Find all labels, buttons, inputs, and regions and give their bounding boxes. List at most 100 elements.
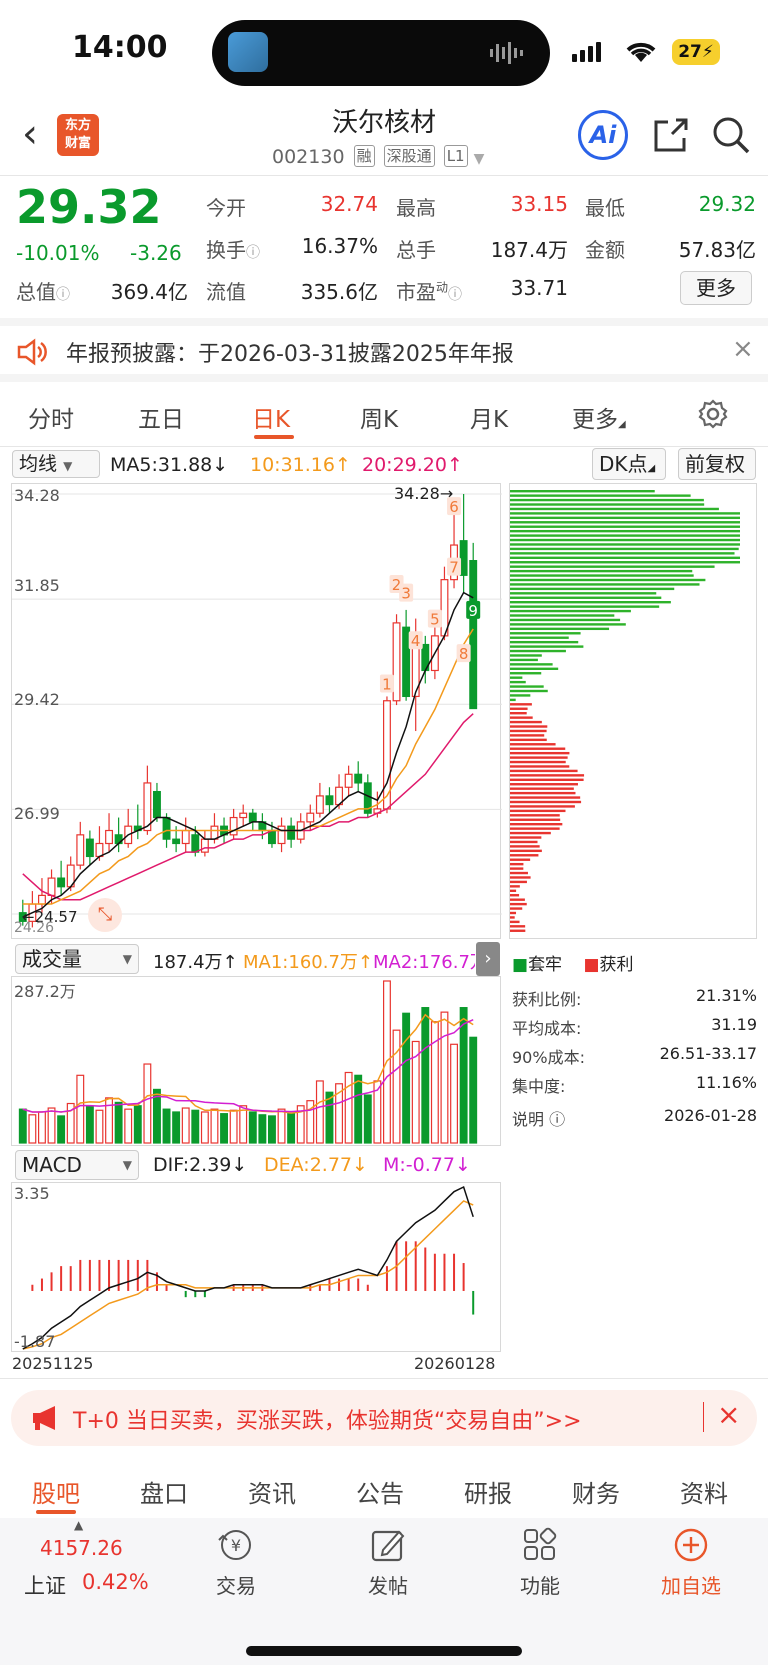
- volume-bar: [363, 1094, 372, 1144]
- chip-bar: [510, 836, 542, 839]
- indicator-selector-macd[interactable]: MACD ▼: [15, 1150, 139, 1180]
- index-name[interactable]: 上证: [24, 1570, 66, 1600]
- volume-chart: [18, 980, 478, 1144]
- stock-code-row[interactable]: 002130 融 深股通 L1 ▼: [272, 145, 484, 168]
- promo-divider: [703, 1402, 704, 1432]
- more-quote-button[interactable]: 更多: [680, 271, 752, 305]
- high-annotation: 34.28→: [394, 484, 454, 503]
- close-icon[interactable]: ×: [717, 1398, 740, 1431]
- volume-value: 187.4万: [490, 238, 568, 262]
- notice-bar[interactable]: 年报预披露：于2026-03-31披露2025年年报 ×: [0, 318, 768, 382]
- chip-bar: [510, 716, 533, 719]
- volume-bar: [229, 1109, 238, 1144]
- volume-bar: [268, 1115, 276, 1144]
- volume-bar: [28, 1114, 37, 1144]
- candle-body: [325, 795, 334, 806]
- chip-bar: [510, 676, 523, 679]
- chip-note-row[interactable]: 说明 ⓘ 2026-01-28: [512, 1106, 757, 1135]
- volume-bar: [220, 1113, 228, 1144]
- dropdown-icon: ▼: [122, 1158, 132, 1172]
- tab-more[interactable]: 更多◢: [572, 400, 626, 434]
- bottom-toolbar: ▲ 4157.26 上证 0.42% ¥ 交易 发帖 功能 加自选: [0, 1518, 768, 1665]
- tab-announcements[interactable]: 公告: [356, 1474, 404, 1509]
- volume-bar: [248, 1111, 257, 1144]
- chevron-right-icon[interactable]: ›: [476, 942, 500, 976]
- candle-body: [105, 829, 113, 845]
- chip-bar: [510, 818, 561, 821]
- chip-bar: [510, 632, 581, 635]
- tab-monthly-k[interactable]: 月K: [470, 400, 508, 434]
- chip-note-label: 说明: [512, 1110, 545, 1129]
- share-icon[interactable]: [650, 114, 692, 160]
- ma20-line: [22, 713, 474, 901]
- tab-profile[interactable]: 资料: [680, 1474, 728, 1509]
- float-value: 335.6亿: [300, 280, 378, 304]
- dk-marker: 3: [401, 585, 411, 603]
- tab-orderbook[interactable]: 盘口: [140, 1474, 188, 1509]
- chip-bar: [510, 871, 528, 875]
- chip-distribution-frame: [509, 483, 757, 939]
- dk-marker: 7: [449, 559, 459, 577]
- info-icon[interactable]: ⓘ: [246, 245, 260, 261]
- chip-bar: [510, 645, 584, 648]
- chip-bar: [510, 747, 566, 750]
- adjust-button[interactable]: 前复权: [678, 448, 756, 480]
- chip-bar: [510, 583, 700, 586]
- candle-body: [162, 816, 171, 840]
- float-label: 流值: [206, 280, 246, 304]
- chip-bar: [510, 689, 548, 693]
- kline-chart[interactable]: 12 3456789: [12, 484, 502, 940]
- legend-swatch-green: ■: [512, 955, 529, 975]
- tab-five-day[interactable]: 五日: [138, 400, 184, 434]
- chip-bar: [510, 503, 705, 506]
- post-label: 发帖: [368, 1574, 408, 1598]
- chip-bar: [510, 867, 524, 870]
- kline-chart-frame[interactable]: 123456789: [11, 483, 502, 940]
- dk-point-button[interactable]: DK点◢: [592, 448, 666, 480]
- close-icon[interactable]: ×: [732, 334, 754, 364]
- tab-research[interactable]: 研报: [464, 1474, 512, 1509]
- macd-dea-label: DEA:2.77↓: [264, 1154, 368, 1176]
- info-icon[interactable]: ⓘ: [448, 287, 462, 303]
- chip-bar: [510, 587, 675, 591]
- chip-bar: [510, 552, 735, 555]
- chip-note[interactable]: 说明 ⓘ: [512, 1106, 565, 1135]
- candle-body: [210, 825, 219, 840]
- indicator-selector-volume[interactable]: 成交量 ▼: [15, 944, 139, 974]
- candle-body: [95, 842, 104, 858]
- info-icon[interactable]: ⓘ: [56, 287, 70, 303]
- gear-icon[interactable]: [697, 398, 729, 434]
- chip-bar: [510, 880, 527, 884]
- promo-banner[interactable]: T+0 当日买卖，买涨买跌，体验期货“交易自由”>> ×: [11, 1390, 757, 1446]
- chip-bar: [510, 543, 740, 546]
- chip-stat-row: 获利比例: 21.31%: [512, 986, 757, 1015]
- chip-bar: [510, 849, 542, 853]
- chip-bar: [510, 525, 740, 528]
- volume-bar: [76, 1074, 85, 1144]
- chip-bar: [510, 756, 568, 759]
- tab-forum[interactable]: 股吧: [32, 1474, 80, 1509]
- volume-bar: [95, 1109, 104, 1144]
- tab-weekly-k[interactable]: 周K: [360, 400, 398, 434]
- volume-bar: [162, 1108, 171, 1144]
- chip-stat-row: 平均成本: 31.19: [512, 1015, 757, 1044]
- tab-intraday[interactable]: 分时: [28, 400, 74, 434]
- ai-button[interactable]: Ai: [578, 110, 628, 160]
- chip-bar: [510, 521, 740, 524]
- ma20-label: 20:29.20↑: [362, 454, 463, 476]
- tab-financials[interactable]: 财务: [572, 1474, 620, 1509]
- index-value[interactable]: 4157.26: [40, 1536, 123, 1560]
- corner-caret-icon: ◢: [618, 419, 626, 430]
- index-change[interactable]: 0.42%: [82, 1570, 149, 1594]
- kline-axis-label: 31.85: [14, 576, 60, 595]
- expand-icon[interactable]: ⤡: [88, 898, 122, 932]
- chip-bar: [510, 694, 531, 697]
- tab-daily-k[interactable]: 日K: [252, 400, 290, 434]
- search-icon[interactable]: [710, 114, 752, 160]
- kline-axis-label: 26.99: [14, 804, 60, 823]
- trade-label: 交易: [216, 1574, 256, 1598]
- volume-ma1-text: MA1:160.7万: [243, 952, 358, 973]
- tab-news[interactable]: 资讯: [248, 1474, 296, 1509]
- dk-marker: 4: [411, 632, 421, 650]
- ma-selector[interactable]: 均线 ▼: [12, 450, 100, 478]
